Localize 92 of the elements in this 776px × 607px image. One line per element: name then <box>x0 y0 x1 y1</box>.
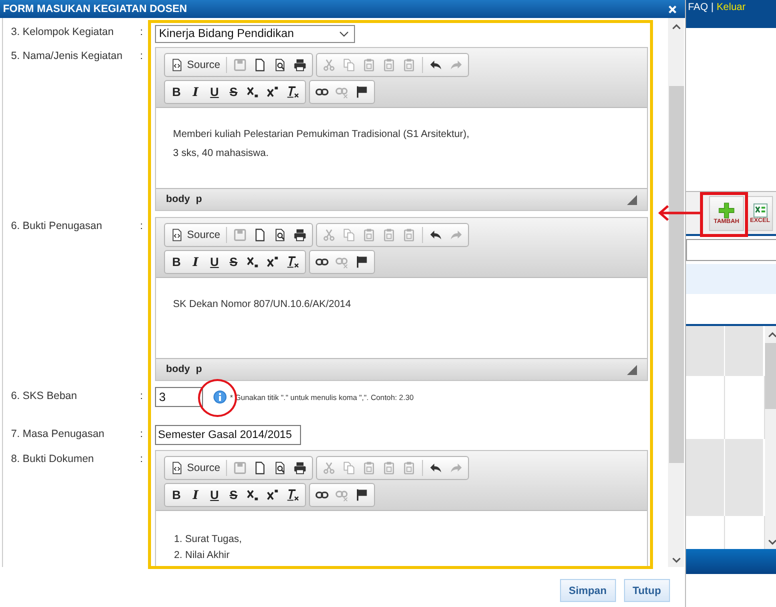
superscript-icon[interactable] <box>266 85 280 99</box>
filter-field[interactable] <box>686 239 776 261</box>
subscript-icon[interactable] <box>246 85 260 99</box>
subscript-icon[interactable] <box>246 488 260 502</box>
spreadsheet-icon <box>752 202 768 218</box>
link-separator: | <box>711 2 714 14</box>
scroll-up-icon[interactable] <box>672 24 680 30</box>
scrollbar-thumb[interactable] <box>765 343 776 409</box>
plus-icon <box>718 202 735 218</box>
strikethrough-button[interactable]: S <box>227 488 240 502</box>
source-icon <box>170 58 184 72</box>
close-icon[interactable] <box>668 4 677 14</box>
bold-button[interactable]: B <box>170 255 183 269</box>
remove-format-icon[interactable] <box>286 255 300 269</box>
colon: : <box>140 220 144 232</box>
highlight-circle <box>198 379 237 417</box>
credit-field[interactable]: 3 <box>155 387 203 407</box>
print-icon[interactable] <box>293 58 308 72</box>
superscript-icon[interactable] <box>266 488 280 502</box>
remove-format-icon[interactable] <box>286 85 300 99</box>
scroll-down-icon[interactable] <box>768 539 776 545</box>
table-scrollbar[interactable] <box>765 326 776 549</box>
anchor-icon[interactable] <box>355 255 369 269</box>
colon: : <box>140 428 144 440</box>
info-icon <box>213 390 227 404</box>
strikethrough-button[interactable]: S <box>227 85 240 99</box>
print-icon[interactable] <box>293 228 308 242</box>
undo-icon[interactable] <box>429 58 444 72</box>
close-button[interactable]: Tutup <box>624 579 670 602</box>
strikethrough-button[interactable]: S <box>227 255 240 269</box>
field-label: 8. Bukti Dokumen <box>11 453 94 465</box>
element-path-link[interactable]: p <box>196 194 202 205</box>
scrollbar-thumb[interactable] <box>668 86 684 463</box>
editor-text: Memberi kuliah Pelestarian Pemukiman Tradisional (S1 Arsitektur), 3 sks, 40 mahasiswa. <box>173 128 470 161</box>
field-label: 5. Nama/Jenis Kegiatan <box>11 50 122 62</box>
undo-icon[interactable] <box>429 461 444 475</box>
scroll-up-icon[interactable] <box>768 332 776 338</box>
table-cell <box>686 326 724 376</box>
italic-button[interactable]: I <box>189 85 202 99</box>
new-page-icon[interactable] <box>253 461 268 475</box>
new-page-icon[interactable] <box>253 58 268 72</box>
faq-link[interactable]: FAQ <box>688 2 708 14</box>
preview-icon[interactable] <box>273 58 288 72</box>
source-button[interactable]: Source <box>170 58 220 72</box>
anchor-icon[interactable] <box>355 488 369 502</box>
colon: : <box>140 50 144 62</box>
table-cell <box>725 326 763 376</box>
source-button[interactable]: Source <box>170 228 220 242</box>
element-path-link[interactable]: body <box>166 364 190 375</box>
print-icon[interactable] <box>293 461 308 475</box>
dialog-title: FORM MASUKAN KEGIATAN DOSEN <box>3 3 187 15</box>
preview-icon[interactable] <box>273 461 288 475</box>
save-button[interactable]: Simpan <box>560 579 616 602</box>
logout-link[interactable]: Keluar <box>716 2 746 14</box>
highlight-box <box>700 192 748 237</box>
scrollbar[interactable] <box>668 18 684 567</box>
colon: : <box>140 453 144 465</box>
field-label: 3. Kelompok Kegiatan <box>11 26 114 38</box>
new-page-icon[interactable] <box>253 228 268 242</box>
underline-button[interactable]: U <box>208 255 221 269</box>
undo-icon[interactable] <box>429 228 444 242</box>
resize-grip-icon[interactable] <box>627 194 637 204</box>
bold-button[interactable]: B <box>170 488 183 502</box>
list-item: 1. Surat Tugas, <box>174 533 243 547</box>
field-label: 6. SKS Beban <box>11 390 77 402</box>
list-item: 2. Nilai Akhir <box>174 549 231 563</box>
resize-grip-icon[interactable] <box>627 364 637 374</box>
element-path-link[interactable]: p <box>196 364 202 375</box>
source-icon <box>170 228 184 242</box>
subscript-icon[interactable] <box>246 255 260 269</box>
caret-icon[interactable] <box>339 31 349 37</box>
italic-button[interactable]: I <box>189 488 202 502</box>
element-path-link[interactable]: body <box>166 194 190 205</box>
colon: : <box>140 26 144 38</box>
scroll-down-icon[interactable] <box>672 557 680 563</box>
remove-format-icon[interactable] <box>286 488 300 502</box>
source-icon <box>170 461 184 475</box>
anchor-icon[interactable] <box>355 85 369 99</box>
field-label: 7. Masa Penugasan <box>11 428 104 440</box>
colon: : <box>140 390 144 402</box>
superscript-icon[interactable] <box>266 255 280 269</box>
underline-button[interactable]: U <box>208 85 221 99</box>
preview-icon[interactable] <box>273 228 288 242</box>
bold-button[interactable]: B <box>170 85 183 99</box>
underline-button[interactable]: U <box>208 488 221 502</box>
pointer-arrow <box>658 205 702 221</box>
category-select[interactable]: Kinerja Bidang Pendidikan <box>155 25 355 43</box>
italic-button[interactable]: I <box>189 255 202 269</box>
period-field[interactable]: Semester Gasal 2014/2015 <box>155 425 301 445</box>
source-button[interactable]: Source <box>170 461 220 475</box>
field-label: 6. Bukti Penugasan <box>11 220 102 232</box>
editor-text: SK Dekan Nomor 807/UN.10.6/AK/2014 <box>173 298 352 312</box>
